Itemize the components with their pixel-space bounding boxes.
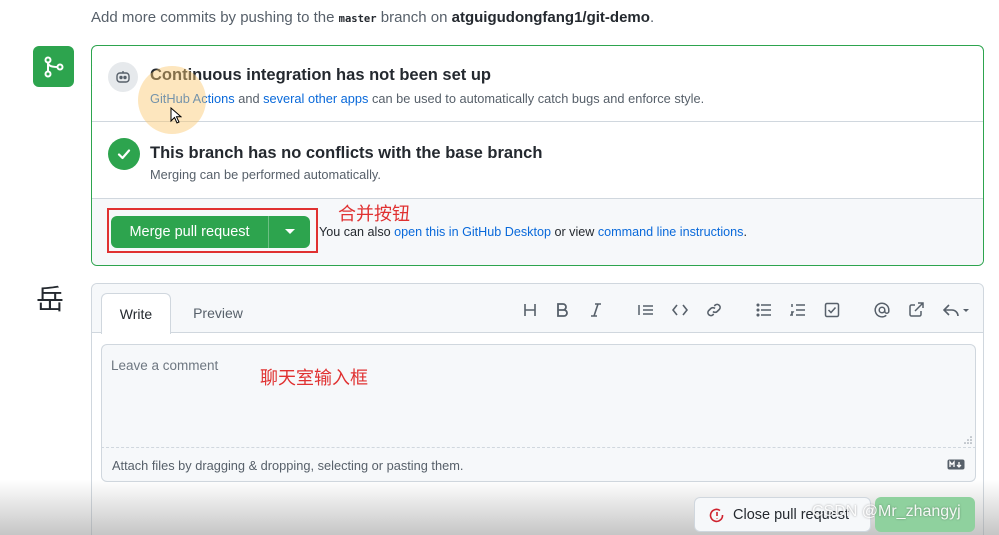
triangle-down-icon — [284, 229, 295, 234]
cross-reference-icon[interactable] — [905, 299, 927, 321]
italic-icon[interactable] — [585, 299, 607, 321]
quote-icon[interactable] — [635, 299, 657, 321]
merge-options-dropdown[interactable] — [269, 216, 310, 248]
merge-action-row: Merge pull request You can also open thi… — [92, 199, 983, 265]
merge-pull-request-button-group: Merge pull request — [111, 216, 310, 248]
ci-description: GitHub Actions and several other apps ca… — [150, 91, 705, 106]
merge-button-annotation: 合并按钮 — [338, 204, 410, 224]
markdown-icon — [947, 459, 965, 470]
push-hint: Add more commits by pushing to the maste… — [91, 9, 655, 26]
robot-icon — [108, 62, 138, 92]
editor-tab-bar: Write Preview — [92, 284, 983, 334]
attach-files-text: Attach files by dragging & dropping, sel… — [112, 458, 464, 473]
heading-icon[interactable] — [519, 299, 541, 321]
merge-status-panel: Continuous integration has not been set … — [91, 45, 984, 266]
alternative-options: You can also open this in GitHub Desktop… — [319, 225, 747, 239]
code-icon[interactable] — [669, 299, 691, 321]
git-merge-icon — [33, 46, 74, 87]
branch-name: master — [338, 13, 377, 25]
bold-icon[interactable] — [551, 299, 573, 321]
reply-icon[interactable] — [941, 299, 971, 321]
link-icon[interactable] — [703, 299, 725, 321]
conflict-status-row: This branch has no conflicts with the ba… — [92, 122, 983, 199]
watermark: CSDN @Mr_zhangyj — [812, 503, 961, 520]
comment-textarea[interactable]: Leave a comment 聊天室输入框 — [101, 344, 976, 448]
merge-pull-request-button[interactable]: Merge pull request — [111, 216, 269, 248]
open-github-desktop-link[interactable]: open this in GitHub Desktop — [394, 225, 551, 239]
repo-name: atguigudongfang1/git-demo — [451, 9, 650, 26]
comment-placeholder: Leave a comment — [111, 358, 219, 373]
conflict-title: This branch has no conflicts with the ba… — [150, 144, 543, 162]
push-hint-middle: branch on — [380, 9, 448, 26]
pull-request-closed-icon — [709, 508, 724, 522]
tab-write[interactable]: Write — [101, 293, 171, 334]
attach-files-bar[interactable]: Attach files by dragging & dropping, sel… — [101, 448, 976, 482]
resize-grip-icon[interactable] — [964, 436, 972, 444]
push-hint-prefix: Add more commits by pushing to the — [91, 9, 335, 26]
unordered-list-icon[interactable] — [753, 299, 775, 321]
tab-preview[interactable]: Preview — [178, 293, 258, 333]
ci-status-row: Continuous integration has not been set … — [92, 46, 983, 134]
task-list-icon[interactable] — [821, 299, 843, 321]
avatar: 岳 — [36, 283, 65, 316]
input-annotation: 聊天室输入框 — [260, 368, 368, 388]
check-icon — [108, 138, 140, 170]
command-line-instructions-link[interactable]: command line instructions — [598, 225, 744, 239]
ordered-list-icon[interactable] — [787, 299, 809, 321]
conflict-description: Merging can be performed automatically. — [150, 167, 381, 182]
mention-icon[interactable] — [871, 299, 893, 321]
other-apps-link[interactable]: several other apps — [263, 91, 368, 106]
